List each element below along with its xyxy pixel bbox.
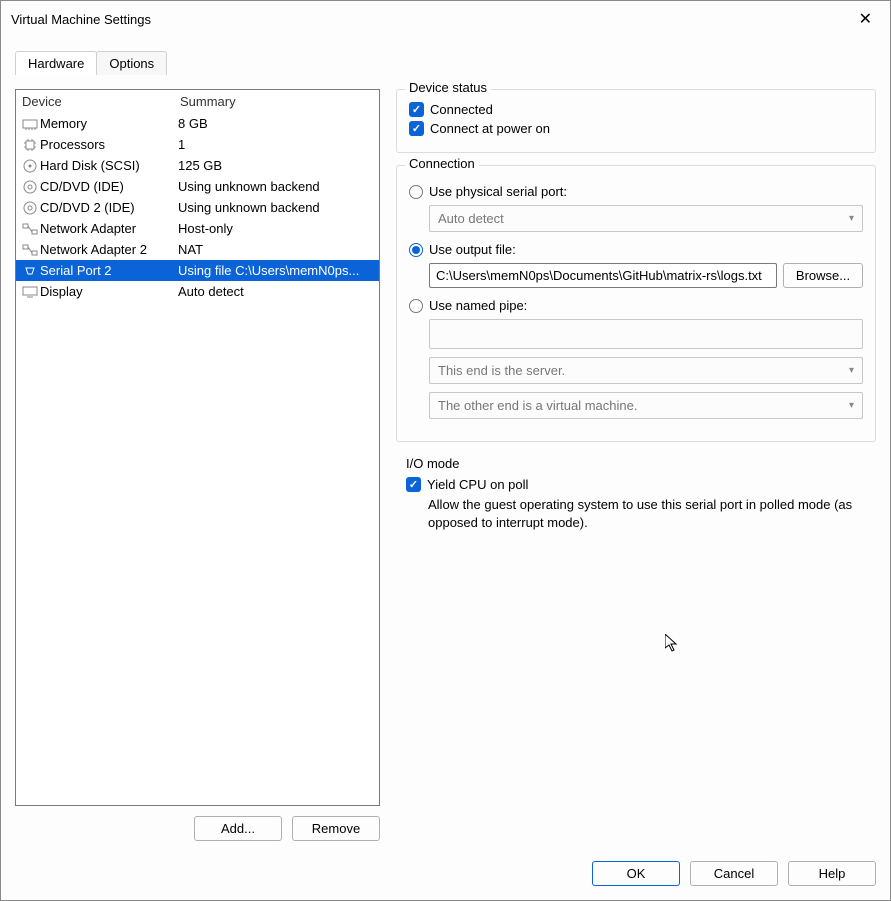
header-summary: Summary: [180, 94, 236, 109]
help-button[interactable]: Help: [788, 861, 876, 886]
named-pipe-label: Use named pipe:: [429, 298, 527, 313]
chevron-down-icon: ▾: [849, 400, 854, 411]
physical-radio-row[interactable]: Use physical serial port:: [409, 182, 863, 201]
device-list-header: Device Summary: [16, 90, 379, 113]
output-file-label: Use output file:: [429, 242, 516, 257]
physical-label: Use physical serial port:: [429, 184, 567, 199]
close-icon[interactable]: ✕: [851, 5, 880, 33]
device-summary: Using file C:\Users\memN0ps...: [178, 263, 375, 278]
disk-icon: [20, 158, 40, 174]
connected-label: Connected: [430, 102, 493, 117]
cpu-icon: [20, 137, 40, 153]
device-name: CD/DVD (IDE): [40, 179, 178, 194]
output-file-radio-row[interactable]: Use output file:: [409, 240, 863, 259]
device-list: Device Summary Memory 8 GB Processors 1 …: [15, 89, 380, 806]
tab-options[interactable]: Options: [96, 51, 167, 75]
network-icon: [20, 242, 40, 258]
titlebar: Virtual Machine Settings ✕: [1, 1, 890, 37]
device-row-display[interactable]: Display Auto detect: [16, 281, 379, 302]
io-description: Allow the guest operating system to use …: [428, 496, 866, 532]
device-row-cd2[interactable]: CD/DVD 2 (IDE) Using unknown backend: [16, 197, 379, 218]
tabs: Hardware Options: [1, 37, 890, 75]
group-title: Device status: [405, 80, 491, 95]
pipe-end1-value: This end is the server.: [438, 363, 565, 378]
device-status-group: Device status Connected Connect at power…: [396, 89, 876, 153]
device-row-cd1[interactable]: CD/DVD (IDE) Using unknown backend: [16, 176, 379, 197]
footer: OK Cancel Help: [1, 851, 890, 900]
cancel-button[interactable]: Cancel: [690, 861, 778, 886]
header-device: Device: [22, 94, 180, 109]
connected-checkbox-row[interactable]: Connected: [409, 100, 863, 119]
connection-group: Connection Use physical serial port: Aut…: [396, 165, 876, 442]
named-pipe-radio-row[interactable]: Use named pipe:: [409, 296, 863, 315]
io-title: I/O mode: [406, 456, 866, 471]
chevron-down-icon: ▾: [849, 213, 854, 224]
device-row-memory[interactable]: Memory 8 GB: [16, 113, 379, 134]
device-name: Network Adapter 2: [40, 242, 178, 257]
pipe-name-input[interactable]: [429, 319, 863, 349]
physical-select[interactable]: Auto detect ▾: [429, 205, 863, 232]
window-title: Virtual Machine Settings: [11, 12, 851, 27]
ok-button[interactable]: OK: [592, 861, 680, 886]
content: Device Summary Memory 8 GB Processors 1 …: [1, 75, 890, 851]
checkbox-icon: [409, 102, 424, 117]
radio-icon: [409, 299, 423, 313]
device-summary: Using unknown backend: [178, 200, 375, 215]
device-row-harddisk[interactable]: Hard Disk (SCSI) 125 GB: [16, 155, 379, 176]
device-row-processors[interactable]: Processors 1: [16, 134, 379, 155]
tab-hardware[interactable]: Hardware: [15, 51, 97, 75]
pipe-end1-select[interactable]: This end is the server. ▾: [429, 357, 863, 384]
device-name: Hard Disk (SCSI): [40, 158, 178, 173]
device-name: Serial Port 2: [40, 263, 178, 278]
io-mode-block: I/O mode Yield CPU on poll Allow the gue…: [396, 454, 876, 534]
pipe-end2-select[interactable]: The other end is a virtual machine. ▾: [429, 392, 863, 419]
yield-label: Yield CPU on poll: [427, 477, 528, 492]
device-summary: 8 GB: [178, 116, 375, 131]
browse-button[interactable]: Browse...: [783, 263, 863, 288]
cd-icon: [20, 200, 40, 216]
device-summary: NAT: [178, 242, 375, 257]
radio-icon: [409, 243, 423, 257]
checkbox-icon: [409, 121, 424, 136]
device-summary: 125 GB: [178, 158, 375, 173]
device-name: Network Adapter: [40, 221, 178, 236]
chevron-down-icon: ▾: [849, 365, 854, 376]
right-panel: Device status Connected Connect at power…: [396, 89, 876, 841]
monitor-icon: [20, 284, 40, 300]
device-row-serial[interactable]: Serial Port 2 Using file C:\Users\memN0p…: [16, 260, 379, 281]
device-row-net1[interactable]: Network Adapter Host-only: [16, 218, 379, 239]
device-name: Memory: [40, 116, 178, 131]
pipe-end2-value: The other end is a virtual machine.: [438, 398, 637, 413]
group-title: Connection: [405, 156, 479, 171]
network-icon: [20, 221, 40, 237]
device-name: Processors: [40, 137, 178, 152]
output-file-input[interactable]: [429, 263, 777, 288]
left-buttons: Add... Remove: [15, 806, 380, 841]
remove-button[interactable]: Remove: [292, 816, 380, 841]
physical-value: Auto detect: [438, 211, 504, 226]
add-button[interactable]: Add...: [194, 816, 282, 841]
device-name: CD/DVD 2 (IDE): [40, 200, 178, 215]
left-panel: Device Summary Memory 8 GB Processors 1 …: [15, 89, 380, 841]
output-file-inset: Browse...: [429, 263, 863, 288]
physical-inset: Auto detect ▾: [429, 205, 863, 232]
named-pipe-inset: This end is the server. ▾ The other end …: [429, 319, 863, 419]
serial-icon: [20, 263, 40, 279]
checkbox-icon: [406, 477, 421, 492]
device-row-net2[interactable]: Network Adapter 2 NAT: [16, 239, 379, 260]
connect-power-checkbox-row[interactable]: Connect at power on: [409, 119, 863, 138]
device-summary: Auto detect: [178, 284, 375, 299]
radio-icon: [409, 185, 423, 199]
device-summary: Host-only: [178, 221, 375, 236]
device-summary: Using unknown backend: [178, 179, 375, 194]
device-name: Display: [40, 284, 178, 299]
device-summary: 1: [178, 137, 375, 152]
memory-icon: [20, 116, 40, 132]
connect-power-label: Connect at power on: [430, 121, 550, 136]
yield-checkbox-row[interactable]: Yield CPU on poll: [406, 475, 866, 494]
cd-icon: [20, 179, 40, 195]
